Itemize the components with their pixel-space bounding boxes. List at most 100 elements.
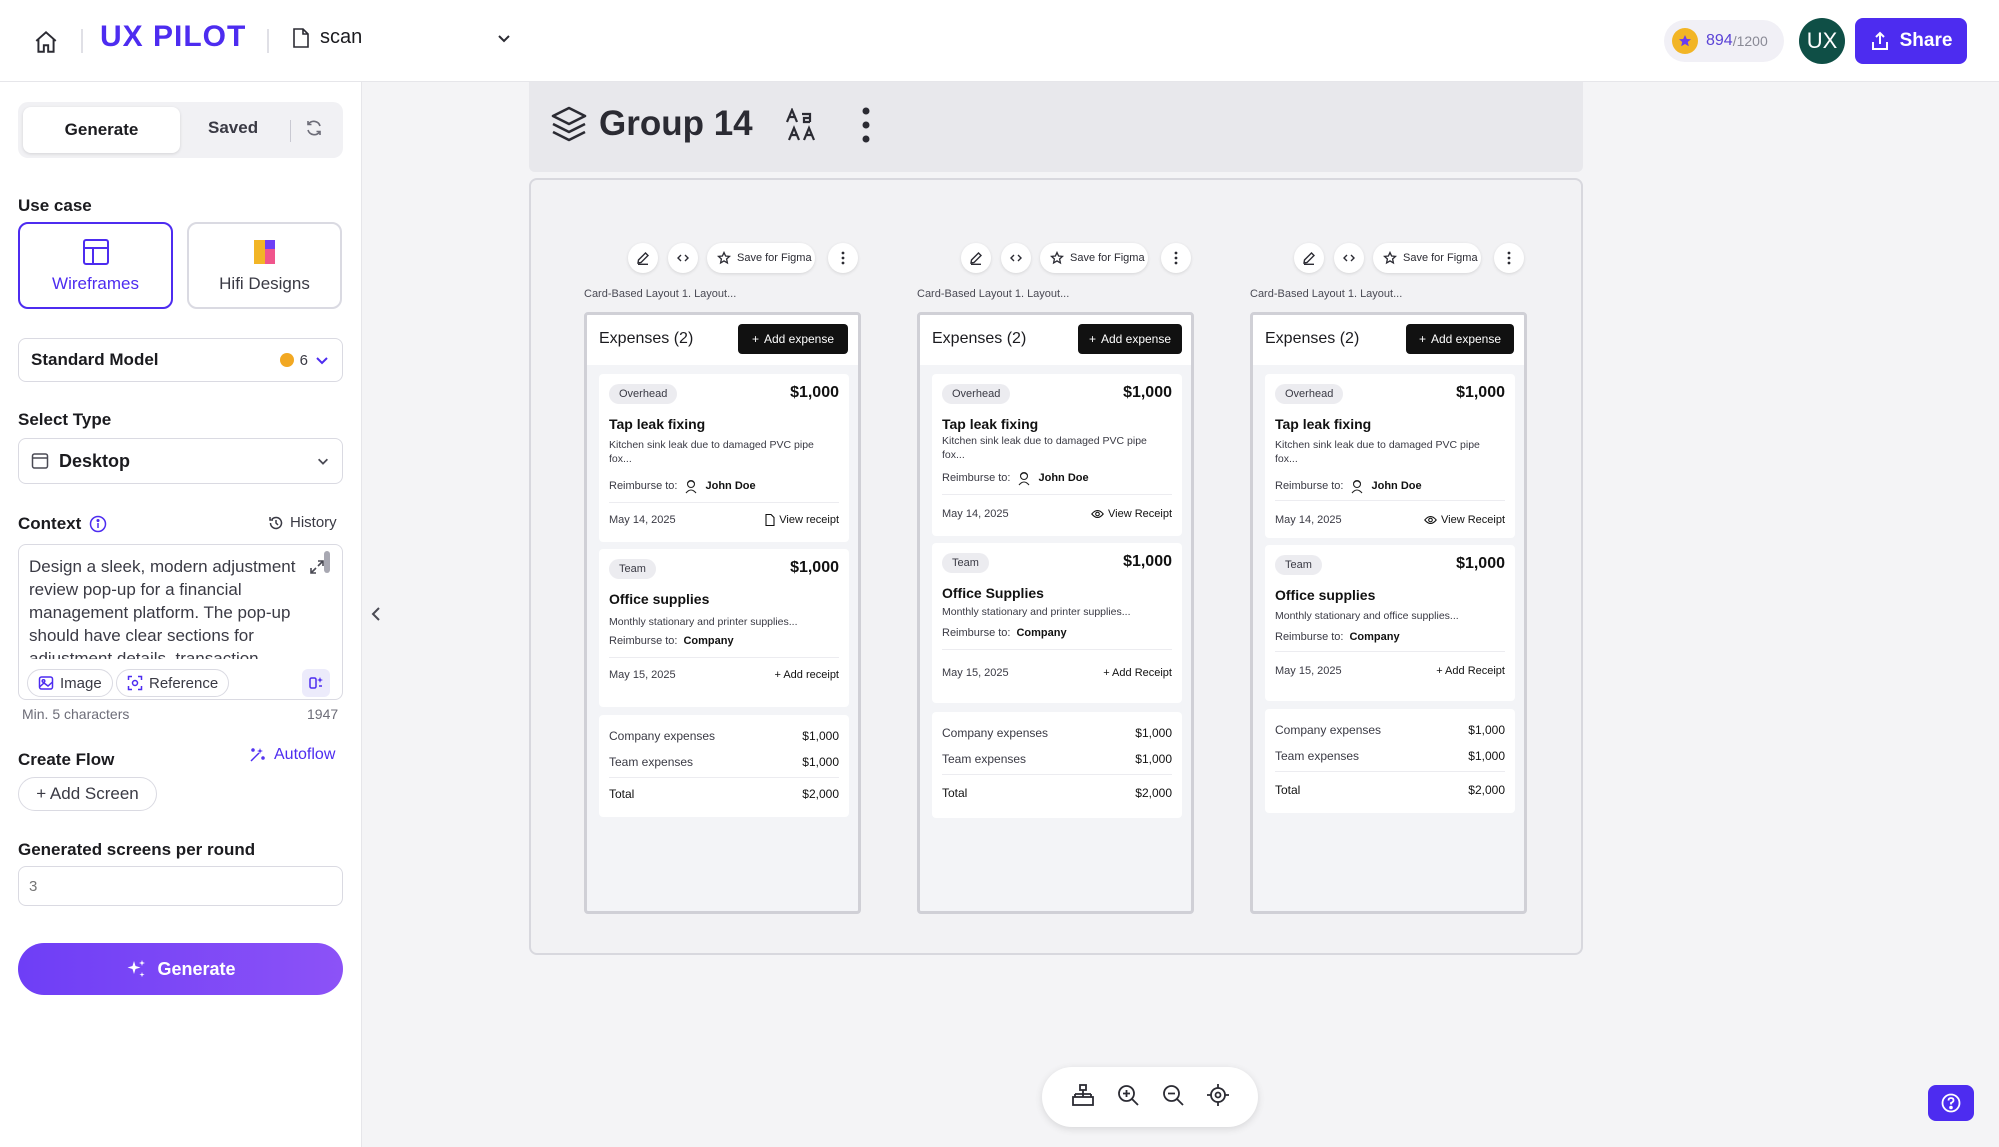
artboard[interactable]: Expenses (2) + Add expense Overhead $1,0… (1250, 312, 1527, 914)
reimburse-to: John Doe (1371, 480, 1422, 492)
edit-icon[interactable] (1294, 243, 1324, 273)
expense-date: May 14, 2025 (609, 514, 676, 526)
use-case-label: Use case (18, 196, 92, 215)
credits-max: /1200 (1732, 33, 1768, 49)
type-select[interactable]: Desktop (18, 438, 343, 484)
save-for-figma-button[interactable]: Save for Figma (1040, 243, 1148, 273)
add-expense-label: Add expense (763, 332, 835, 346)
history-button[interactable]: History (268, 514, 337, 531)
reimburse-label: Reimburse to: (609, 635, 678, 647)
info-icon[interactable] (89, 515, 107, 533)
eye-icon (1424, 515, 1437, 525)
reimburse-row: Reimburse to: Company (1275, 631, 1400, 643)
summary-label: Team expenses (609, 755, 694, 769)
summary-label: Total (609, 787, 635, 801)
expense-card[interactable]: Overhead $1,000 Tap leak fixing Kitchen … (1265, 374, 1515, 538)
reimburse-row: Reimburse to: John Doe (942, 470, 1089, 486)
collapse-sidebar-icon[interactable] (368, 604, 384, 629)
screens-per-round-input[interactable] (18, 866, 343, 906)
image-chip[interactable]: Image (27, 669, 113, 697)
category-tag: Team (609, 559, 656, 579)
model-select[interactable]: Standard Model 6 (18, 338, 343, 382)
expense-card[interactable]: Overhead $1,000 Tap leak fixing Kitchen … (599, 374, 849, 542)
expense-title: Tap leak fixing (609, 416, 706, 432)
divider (267, 29, 269, 53)
summary-total-row: Total $2,000 (1275, 783, 1505, 797)
view-receipt-link[interactable]: View receipt (765, 514, 839, 526)
expense-amount: $1,000 (1123, 553, 1172, 570)
edit-icon[interactable] (628, 243, 658, 273)
model-name: Standard Model (31, 350, 159, 369)
summary-card: Company expenses $1,000 Team expenses $1,0… (932, 712, 1182, 818)
reimburse-row: Reimburse to: John Doe (1275, 478, 1422, 494)
use-case-wireframes[interactable]: Wireframes (18, 222, 173, 309)
context-textarea[interactable]: Design a sleek, modern adjustment review… (29, 555, 309, 659)
use-case-label: Wireframes (52, 273, 139, 293)
screens-per-round-label: Generated screens per round (18, 840, 256, 859)
share-button[interactable]: Share (1855, 18, 1967, 64)
code-icon[interactable] (1334, 243, 1364, 273)
image-icon (38, 676, 54, 690)
zoom-in-icon[interactable] (1116, 1083, 1140, 1112)
summary-label: Company expenses (942, 726, 1049, 740)
zoom-out-icon[interactable] (1161, 1083, 1185, 1112)
code-icon[interactable] (1001, 243, 1031, 273)
add-screen-button[interactable]: + Add Screen (18, 777, 157, 811)
expense-card[interactable]: Overhead $1,000 Tap leak fixing Kitchen … (932, 374, 1182, 536)
context-field[interactable]: Design a sleek, modern adjustment review… (18, 544, 343, 700)
window-icon (31, 453, 49, 469)
add-expense-button[interactable]: + Add expense (1406, 324, 1514, 354)
summary-value: $1,000 (1468, 749, 1505, 763)
group-title[interactable]: Group 14 (599, 104, 753, 144)
autoflow-button[interactable]: Autoflow (248, 746, 335, 764)
add-receipt-link[interactable]: + Add Receipt (1436, 665, 1505, 677)
add-receipt-link[interactable]: + Add receipt (774, 669, 839, 681)
home-icon[interactable] (28, 24, 64, 60)
add-expense-label: Add expense (1430, 332, 1502, 346)
file-name[interactable]: scan (292, 26, 362, 49)
expand-icon[interactable] (309, 559, 325, 580)
more-options-icon[interactable] (1494, 243, 1524, 273)
reference-chip[interactable]: Reference (116, 669, 230, 697)
add-expense-button[interactable]: + Add expense (1078, 324, 1182, 354)
save-for-figma-button[interactable]: Save for Figma (707, 243, 815, 273)
view-receipt-link[interactable]: View Receipt (1424, 514, 1505, 526)
tab-saved[interactable]: Saved (208, 118, 258, 138)
artboard[interactable]: Expenses (2) + Add expense Overhead $1,0… (917, 312, 1194, 914)
use-case-hifi[interactable]: Hifi Designs (187, 222, 342, 309)
reimburse-row: Reimburse to: Company (609, 635, 734, 647)
ai-enhance-icon[interactable] (302, 669, 330, 697)
help-icon[interactable] (1928, 1085, 1974, 1121)
more-options-icon[interactable] (861, 106, 871, 149)
context-label: Context (18, 514, 107, 534)
more-options-icon[interactable] (1161, 243, 1191, 273)
tab-generate[interactable]: Generate (23, 107, 180, 153)
divider (1275, 651, 1505, 652)
expense-card[interactable]: Team $1,000 Office Supplies Monthly stat… (932, 543, 1182, 703)
autoflow-icon (250, 748, 265, 762)
add-expense-button[interactable]: + Add expense (738, 324, 848, 354)
expense-card[interactable]: Team $1,000 Office supplies Monthly stat… (599, 549, 849, 707)
typography-icon[interactable] (785, 107, 817, 147)
divider (1275, 500, 1505, 501)
sitemap-icon[interactable] (1071, 1083, 1095, 1112)
save-for-figma-button[interactable]: Save for Figma (1373, 243, 1481, 273)
more-options-icon[interactable] (828, 243, 858, 273)
upload-icon (1871, 31, 1888, 50)
avatar[interactable]: UX (1799, 18, 1845, 64)
edit-icon[interactable] (961, 243, 991, 273)
summary-value: $2,000 (802, 787, 839, 801)
expense-card[interactable]: Team $1,000 Office supplies Monthly stat… (1265, 545, 1515, 701)
target-icon[interactable] (1206, 1083, 1230, 1112)
divider (609, 502, 839, 503)
generate-button[interactable]: Generate (18, 943, 343, 995)
expense-date: May 15, 2025 (1275, 665, 1342, 677)
view-receipt-link[interactable]: View Receipt (1091, 508, 1172, 520)
code-icon[interactable] (668, 243, 698, 273)
chevron-down-icon[interactable] (496, 30, 512, 51)
refresh-icon[interactable] (304, 118, 324, 143)
artboard[interactable]: Expenses (2) + Add expense Overhead $1,0… (584, 312, 861, 914)
artboard-caption: Card-Based Layout 1. Layout... (1250, 288, 1403, 300)
add-receipt-link[interactable]: + Add Receipt (1103, 667, 1172, 679)
expense-description: Kitchen sink leak due to damaged PVC pip… (1275, 439, 1480, 465)
